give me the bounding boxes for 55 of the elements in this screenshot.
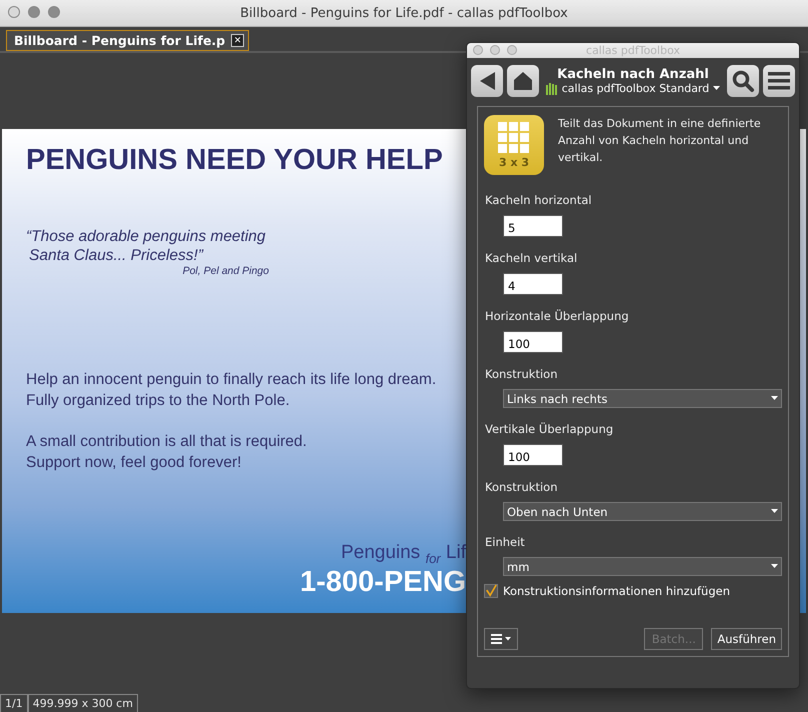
- quote-author: Pol, Pel and Pingo: [182, 265, 269, 277]
- minimize-light[interactable]: [490, 45, 500, 55]
- window-title: Billboard - Penguins for Life.pdf - callas pdfToolbox: [240, 6, 568, 20]
- field-label: Einheit: [485, 535, 526, 549]
- quote: “Those adorable penguins meeting Santa Claus... Priceless!”: [26, 227, 267, 265]
- document-tab[interactable]: Billboard - Penguins for Life.p ✕: [6, 30, 250, 51]
- menu-button[interactable]: [763, 65, 795, 97]
- close-light[interactable]: [473, 45, 483, 55]
- bars-icon: [546, 82, 558, 94]
- field-label: Horizontale Überlappung: [485, 309, 630, 323]
- home-button[interactable]: [507, 65, 539, 97]
- caret-icon: [771, 509, 778, 514]
- close-light[interactable]: [8, 6, 20, 18]
- options-menu-button[interactable]: [484, 628, 518, 650]
- input-field[interactable]: 100: [503, 331, 563, 353]
- caret-icon: [771, 564, 778, 569]
- caret-icon: [713, 86, 720, 91]
- status-text: 1/1: [0, 694, 28, 712]
- caret-icon: [505, 637, 511, 641]
- body-paragraph: A small contribution is all that is required. Support now, feel good forever!: [26, 432, 307, 473]
- checkbox[interactable]: [484, 584, 498, 598]
- minimize-light[interactable]: [28, 6, 40, 18]
- brand-name: Penguins $_{for}$ Lif: [340, 542, 466, 566]
- dropdown[interactable]: mm: [503, 557, 782, 576]
- zoom-light[interactable]: [48, 6, 60, 18]
- search-icon: [731, 69, 755, 93]
- field-label: Vertikale Überlappung: [485, 422, 614, 436]
- phone-number: 1-800-PENG: [300, 566, 466, 599]
- action-button[interactable]: Ausführen: [711, 628, 782, 650]
- input-field[interactable]: 100: [503, 444, 563, 466]
- tool-description: Teilt das Dokument in eine definierte Anzahl von Kacheln horizontal und vertikal.: [558, 116, 762, 166]
- zoom-light[interactable]: [507, 45, 517, 55]
- field-label: Konstruktion: [485, 367, 558, 381]
- tile-grid-icon: 3 x 3: [484, 115, 544, 175]
- input-field[interactable]: 5: [503, 215, 563, 237]
- search-button[interactable]: [727, 65, 759, 97]
- dropdown[interactable]: Oben nach Unten: [503, 502, 782, 521]
- menu-icon: [491, 634, 502, 644]
- tab-label: Billboard - Penguins for Life.p: [14, 33, 226, 48]
- caret-icon: [771, 396, 778, 401]
- home-icon: [512, 70, 534, 92]
- field-label: Kacheln horizontal: [485, 193, 593, 207]
- back-button[interactable]: [471, 65, 503, 97]
- headline: PENGUINS NEED YOUR HELP: [26, 144, 443, 177]
- input-field[interactable]: 4: [503, 273, 563, 295]
- body-paragraph: Help an innocent penguin to finally reach its life long dream. Fully organized trips to the North Pole.: [26, 370, 436, 411]
- dropdown[interactable]: Links nach rechts: [503, 389, 782, 408]
- checkbox-label: Konstruktionsinformationen hinzufügen: [503, 584, 730, 598]
- menu-icon: [768, 72, 790, 90]
- field-label: Konstruktion: [485, 480, 558, 494]
- status-text: 499.999 x 300 cm: [28, 694, 138, 712]
- tool-heading: Kacheln nach Anzahl: [557, 67, 709, 82]
- profile-dropdown[interactable]: callas pdfToolbox Standard: [546, 82, 720, 95]
- field-label: Kacheln vertikal: [485, 251, 578, 265]
- close-icon[interactable]: ✕: [231, 34, 244, 47]
